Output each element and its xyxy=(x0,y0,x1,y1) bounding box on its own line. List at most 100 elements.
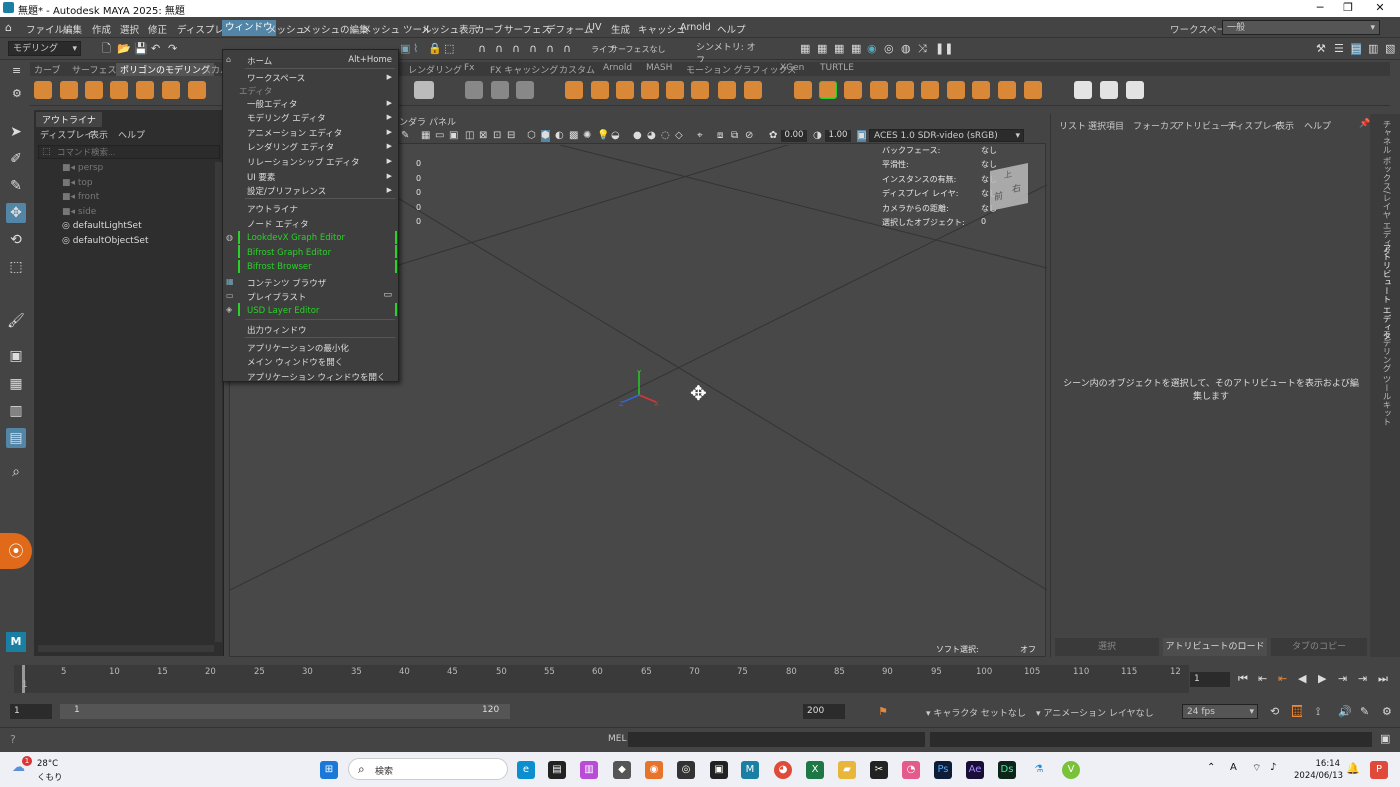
outliner-item-front[interactable]: ■◂ front xyxy=(62,192,99,202)
xray-active-icon[interactable]: ⊘ xyxy=(745,130,753,142)
go-to-start-icon[interactable]: ⏮ xyxy=(1238,673,1248,685)
depth-of-field-icon[interactable]: ◇ xyxy=(675,130,683,142)
magnet-view-icon[interactable]: ∩ xyxy=(546,43,554,55)
current-frame-field[interactable]: 1 xyxy=(1190,672,1230,687)
pencil-icon[interactable]: ✎ xyxy=(401,130,409,142)
use-all-lights-icon[interactable]: ✺ xyxy=(583,130,591,142)
magnet-grid-icon[interactable]: ∩ xyxy=(495,43,503,55)
gamma-icon[interactable]: ◑ xyxy=(813,130,822,142)
outliner-item-side[interactable]: ■◂ side xyxy=(62,207,96,217)
undo-icon[interactable]: ↶ xyxy=(151,43,160,55)
xray-joints-icon[interactable]: ⧉ xyxy=(731,130,738,142)
menu-mesh-display[interactable]: メッシュ表示 xyxy=(421,22,478,36)
menu-modify[interactable]: 修正 xyxy=(148,22,167,36)
view-cube-top[interactable]: 上 xyxy=(1004,168,1012,181)
menu-curves[interactable]: カーブ xyxy=(475,22,503,36)
collapse-icon[interactable] xyxy=(921,81,939,99)
poly-cone-icon[interactable] xyxy=(110,81,128,99)
sculpt-tool-icon[interactable] xyxy=(1126,81,1144,99)
animation-start-field[interactable]: 1 xyxy=(10,704,52,719)
poly-cylinder-icon[interactable] xyxy=(85,81,103,99)
side-tab-channel-box[interactable]: チャネル ボックス/レイヤ エディタ xyxy=(1380,120,1392,256)
menu-item-rendering-editors[interactable]: レンダリング エディタ xyxy=(247,141,334,153)
shelf-menu-icon[interactable]: ≡ xyxy=(12,65,21,77)
channel-box-toggle-icon[interactable]: ▤ xyxy=(1351,43,1362,55)
attr-menu-display[interactable]: ディスプレイ xyxy=(1227,119,1280,132)
outliner-item-default-light-set[interactable]: ◎ defaultLightSet xyxy=(62,221,142,231)
outliner-vscrollbar[interactable] xyxy=(215,162,222,642)
bevel-icon[interactable] xyxy=(641,81,659,99)
colorspace-dropdown[interactable]: ACES 1.0 SDR-video (sRGB) ▾ xyxy=(869,129,1024,142)
step-forward-frame-icon[interactable]: ⇥ xyxy=(1338,673,1347,685)
rotate-tool-icon[interactable]: ⟲ xyxy=(6,230,26,250)
lasso-tool-icon[interactable]: ✐ xyxy=(6,149,26,169)
lock-icon[interactable]: 🔒 xyxy=(428,43,442,55)
menu-item-bifrost-graph-editor[interactable]: Bifrost Graph Editor xyxy=(247,248,331,258)
snap-icon[interactable]: ▣ xyxy=(400,43,410,55)
step-back-key-icon[interactable]: ⇤ xyxy=(1258,673,1267,685)
xray-icon[interactable]: ⧈ xyxy=(717,130,723,142)
smooth-icon[interactable] xyxy=(565,81,583,99)
combine-icon[interactable] xyxy=(491,81,509,99)
layout-two-icon[interactable]: ▥ xyxy=(6,401,26,421)
attr-menu-focus[interactable]: フォーカス xyxy=(1133,119,1178,132)
pen-tool-icon[interactable] xyxy=(1074,81,1092,99)
view-cube[interactable]: 上 前 右 xyxy=(990,162,1028,212)
maya-taskbar-icon[interactable]: M xyxy=(741,761,759,779)
poly-disc-icon[interactable] xyxy=(188,81,206,99)
go-to-end-icon[interactable]: ⏭ xyxy=(1378,673,1388,685)
shelf-tab-turtle[interactable]: TURTLE xyxy=(816,63,858,73)
chrome-icon[interactable]: ◕ xyxy=(774,761,792,779)
default-material-icon[interactable]: ◐ xyxy=(555,130,564,142)
minimize-button[interactable]: ─ xyxy=(1305,1,1335,14)
exposure-icon[interactable]: ✿ xyxy=(769,130,777,142)
tool-settings-toggle-icon[interactable]: ▥ xyxy=(1368,43,1378,55)
outliner-item-top[interactable]: ■◂ top xyxy=(62,178,93,188)
lights-icon[interactable]: 💡 xyxy=(597,130,609,142)
redo-icon[interactable]: ↷ xyxy=(168,43,177,55)
outliner-menu-display[interactable]: ディスプレイ xyxy=(40,128,93,141)
menu-edit[interactable]: 編集 xyxy=(63,22,82,36)
capcut-icon[interactable]: ✂ xyxy=(870,761,888,779)
notepad-icon[interactable]: ▥ xyxy=(580,761,598,779)
menu-item-home[interactable]: ホーム xyxy=(247,55,272,67)
multi-cut-icon[interactable] xyxy=(794,81,812,99)
workspace-dropdown[interactable]: 一般 ▾ xyxy=(1222,20,1380,35)
spin-icon[interactable] xyxy=(998,81,1016,99)
merge-icon[interactable] xyxy=(896,81,914,99)
shelf-tab-curves[interactable]: カーブ xyxy=(30,63,64,76)
shelf-tab-fx-caching[interactable]: FX キャッシング xyxy=(486,63,562,76)
menu-item-content-browser[interactable]: コンテンツ ブラウザ xyxy=(247,277,326,289)
quad-draw-icon[interactable] xyxy=(870,81,888,99)
attribute-editor-toggle-icon[interactable]: ☰ xyxy=(1334,43,1344,55)
menu-edit-mesh[interactable]: メッシュの編集 xyxy=(302,22,369,36)
wifi-icon[interactable]: ⌔ xyxy=(1252,762,1261,775)
menu-item-bifrost-browser[interactable]: Bifrost Browser xyxy=(247,262,312,272)
edge-icon[interactable]: e xyxy=(517,761,535,779)
shelf-tab-fx[interactable]: Fx xyxy=(460,63,479,73)
select-object-icon[interactable]: ⬚ xyxy=(444,43,454,55)
menu-file[interactable]: ファイル xyxy=(26,22,64,36)
menu-item-lookdevx-graph-editor[interactable]: LookdevX Graph Editor xyxy=(247,233,345,243)
outliner-hscrollbar[interactable] xyxy=(38,645,214,652)
sound-icon[interactable]: 🔊 xyxy=(1338,706,1352,718)
menu-item-settings-preferences[interactable]: 設定/プリファレンス xyxy=(247,185,326,197)
textured-icon[interactable]: ▩ xyxy=(569,130,578,142)
modeling-toolkit-toggle-icon[interactable]: ⚒ xyxy=(1316,43,1326,55)
pivot-icon[interactable] xyxy=(516,81,534,99)
menu-item-minimize-app[interactable]: アプリケーションの最小化 xyxy=(247,342,349,354)
outliner-item-default-object-set[interactable]: ◎ defaultObjectSet xyxy=(62,236,148,246)
smooth-shade-icon[interactable]: ⬢ xyxy=(541,130,550,142)
safe-title-icon[interactable]: ⊟ xyxy=(507,130,515,142)
magnet-surface-icon[interactable]: ∩ xyxy=(563,43,571,55)
menu-generate[interactable]: 生成 xyxy=(611,22,630,36)
load-attributes-button[interactable]: アトリビュートのロード xyxy=(1163,638,1267,656)
menu-item-outliner[interactable]: アウトライナ xyxy=(247,203,298,215)
magnet-curve-icon[interactable]: ∩ xyxy=(512,43,520,55)
outliner-toggle-icon[interactable]: ▧ xyxy=(1385,43,1395,55)
magnet-icon[interactable]: ∩ xyxy=(478,43,486,55)
outliner-item-persp[interactable]: ■◂ persp xyxy=(62,163,103,173)
field-chart-icon[interactable]: ⊠ xyxy=(479,130,487,142)
sculpt-brush-icon[interactable]: 🖌 xyxy=(6,311,26,331)
render-frame-icon[interactable]: ▦ xyxy=(800,43,810,55)
